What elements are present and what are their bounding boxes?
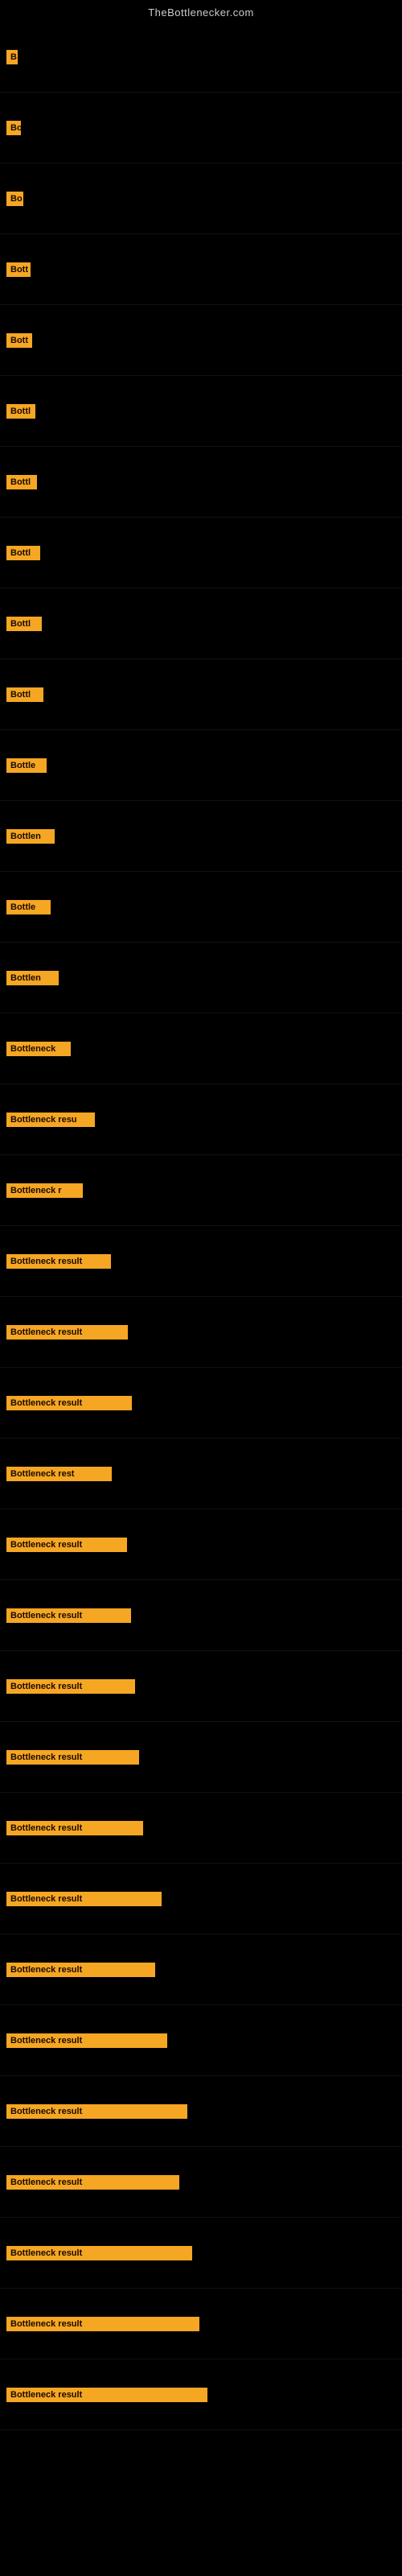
bar-label: Bo — [6, 121, 21, 135]
bar-row: Bottleneck result — [0, 1297, 402, 1368]
bar-label: Bottleneck result — [6, 2104, 187, 2119]
bar-row: Bottl — [0, 588, 402, 659]
bar-row: Bo — [0, 163, 402, 234]
bar-row: Bottleneck result — [0, 2359, 402, 2430]
bar-row: Bottl — [0, 659, 402, 730]
bar-row: Bottleneck result — [0, 1368, 402, 1439]
bar-row: Bottlen — [0, 943, 402, 1013]
bar-label: Bottl — [6, 546, 40, 560]
bar-row: B — [0, 22, 402, 93]
bar-label: Bottlen — [6, 829, 55, 844]
bar-label: Bottleneck resu — [6, 1113, 95, 1127]
bar-row: Bottleneck result — [0, 1226, 402, 1297]
bar-label: Bottleneck rest — [6, 1467, 112, 1481]
bar-row: Bottleneck result — [0, 2289, 402, 2359]
page-wrapper: TheBottlenecker.com B Bo Bo Bott Bott Bottl Bo… — [0, 0, 402, 2576]
bar-row: Bottlen — [0, 801, 402, 872]
bar-label: Bottleneck result — [6, 2388, 207, 2402]
bars-container: B Bo Bo Bott Bott Bottl Bottl Bottl Bottl Bottl Bo… — [0, 22, 402, 2430]
bar-label: Bottleneck result — [6, 1396, 132, 1410]
bar-label: Bottleneck result — [6, 1821, 143, 1835]
bar-row: Bott — [0, 234, 402, 305]
bar-label: Bott — [6, 262, 31, 277]
bar-label: Bottleneck result — [6, 2246, 192, 2260]
bar-label: Bottlen — [6, 971, 59, 985]
bar-row: Bottl — [0, 518, 402, 588]
bar-row: Bottleneck result — [0, 2147, 402, 2218]
bar-row: Bottleneck rest — [0, 1439, 402, 1509]
bar-row: Bottleneck result — [0, 1934, 402, 2005]
bar-label: Bottleneck result — [6, 2175, 179, 2190]
bar-row: Bottleneck result — [0, 1509, 402, 1580]
bar-label: Bott — [6, 333, 32, 348]
bar-label: Bottleneck — [6, 1042, 71, 1056]
bar-row: Bottleneck — [0, 1013, 402, 1084]
bar-row: Bottle — [0, 730, 402, 801]
bar-row: Bottleneck result — [0, 2005, 402, 2076]
bar-label: Bottl — [6, 404, 35, 419]
bar-label: B — [6, 50, 18, 64]
bar-row: Bottleneck result — [0, 1864, 402, 1934]
bar-row: Bott — [0, 305, 402, 376]
bar-label: Bottle — [6, 758, 47, 773]
bar-label: Bottleneck result — [6, 1679, 135, 1694]
bar-row: Bottl — [0, 447, 402, 518]
bar-label: Bottleneck result — [6, 1325, 128, 1340]
bar-label: Bottleneck result — [6, 1538, 127, 1552]
bar-row: Bottle — [0, 872, 402, 943]
bar-row: Bottleneck result — [0, 1793, 402, 1864]
bar-label: Bottleneck result — [6, 1608, 131, 1623]
bar-row: Bottleneck result — [0, 2076, 402, 2147]
bar-label: Bottleneck result — [6, 1892, 162, 1906]
bar-label: Bottleneck result — [6, 1254, 111, 1269]
bar-label: Bottl — [6, 617, 42, 631]
bar-label: Bottleneck result — [6, 1750, 139, 1765]
bar-row: Bottl — [0, 376, 402, 447]
bar-label: Bo — [6, 192, 23, 206]
bar-row: Bottleneck result — [0, 2218, 402, 2289]
bar-label: Bottleneck result — [6, 2317, 199, 2331]
bar-row: Bottleneck result — [0, 1580, 402, 1651]
bar-label: Bottleneck result — [6, 2033, 167, 2048]
bar-label: Bottleneck r — [6, 1183, 83, 1198]
site-title: TheBottlenecker.com — [0, 0, 402, 22]
bar-row: Bo — [0, 93, 402, 163]
bar-row: Bottleneck result — [0, 1722, 402, 1793]
bar-label: Bottl — [6, 687, 43, 702]
bar-label: Bottle — [6, 900, 51, 914]
bar-row: Bottleneck result — [0, 1651, 402, 1722]
bar-row: Bottleneck r — [0, 1155, 402, 1226]
bar-label: Bottl — [6, 475, 37, 489]
bar-label: Bottleneck result — [6, 1963, 155, 1977]
bar-row: Bottleneck resu — [0, 1084, 402, 1155]
